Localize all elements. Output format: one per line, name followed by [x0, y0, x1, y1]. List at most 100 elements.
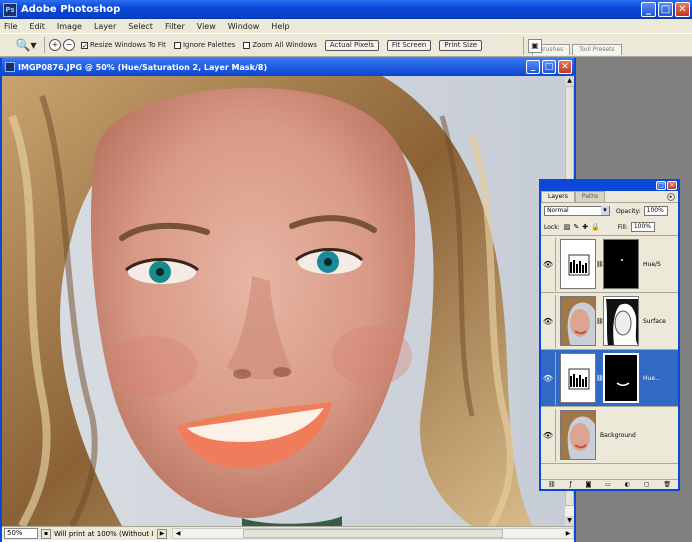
menu-layer[interactable]: Layer — [94, 22, 116, 31]
link-box[interactable] — [555, 408, 558, 462]
layer-name[interactable]: Background — [600, 432, 636, 439]
mask-link-icon[interactable]: ⛓ — [596, 318, 604, 325]
status-menu-arrow-icon[interactable]: ▶ — [157, 528, 167, 539]
minimize-icon[interactable]: _ — [641, 2, 656, 17]
scroll-down-icon[interactable]: ▼ — [565, 516, 574, 526]
layer-row-selected[interactable]: 👁 ⛓ Hue... — [541, 350, 678, 407]
ignore-palettes-option[interactable]: Ignore Palettes — [173, 41, 236, 49]
fit-screen-button[interactable]: Fit Screen — [386, 39, 432, 51]
zoom-out-icon[interactable]: − — [63, 39, 75, 51]
link-box[interactable] — [555, 351, 558, 405]
menu-view[interactable]: View — [197, 22, 216, 31]
doc-minimize-icon[interactable]: _ — [526, 60, 540, 74]
blend-mode-select[interactable]: Normal — [544, 206, 610, 216]
doc-close-icon[interactable]: ✕ — [558, 60, 572, 74]
status-navigator-icon[interactable]: ▪ — [41, 528, 51, 539]
palette-close-icon[interactable]: ✕ — [667, 181, 677, 190]
document-window: IMGP0876.JPG @ 50% (Hue/Saturation 2, La… — [0, 58, 576, 542]
zoom-in-icon[interactable]: + — [49, 39, 61, 51]
layer-name[interactable]: Surface — [643, 318, 666, 325]
visibility-eye-icon[interactable]: 👁 — [541, 260, 555, 269]
lock-image-icon[interactable]: ✎ — [573, 223, 579, 231]
layer-name[interactable]: Hue/S — [643, 261, 661, 268]
scroll-left-icon[interactable]: ◀ — [173, 530, 183, 537]
actual-pixels-button[interactable]: Actual Pixels — [324, 39, 379, 51]
document-status-bar: 50% ▪ Will print at 100% (Without Info) … — [2, 526, 574, 540]
lock-row: Lock: ▨ ✎ ✚ 🔒 Fill: 100% — [541, 219, 678, 235]
horizontal-scroll-thumb[interactable] — [243, 529, 503, 538]
palette-menu-icon[interactable]: ▸ — [667, 193, 675, 201]
layer-name[interactable]: Hue... — [643, 375, 661, 382]
layer-row[interactable]: 👁 ⛓ Hue/S — [541, 236, 678, 293]
document-title: IMGP0876.JPG @ 50% (Hue/Saturation 2, La… — [18, 62, 268, 72]
image-canvas[interactable] — [2, 76, 564, 526]
zoom-all-checkbox[interactable] — [243, 41, 251, 49]
ignore-palettes-checkbox[interactable] — [173, 41, 181, 49]
document-icon — [5, 62, 15, 72]
layer-row[interactable]: 👁 ⛓ Surface — [541, 293, 678, 350]
menu-image[interactable]: Image — [57, 22, 82, 31]
add-mask-icon[interactable]: ◙ — [585, 481, 591, 488]
print-size-button[interactable]: Print Size — [439, 39, 483, 51]
doc-maximize-icon[interactable]: □ — [542, 60, 556, 74]
divider — [44, 37, 45, 53]
menu-file[interactable]: File — [4, 22, 17, 31]
horizontal-scrollbar[interactable]: ◀ ▶ — [172, 528, 574, 539]
zoom-tool-preset-icon[interactable]: 🔍▾ — [12, 36, 40, 54]
options-bar: 🔍▾ + − Resize Windows To Fit Ignore Pale… — [0, 33, 692, 57]
menu-help[interactable]: Help — [271, 22, 289, 31]
mask-link-icon[interactable]: ⛓ — [596, 375, 604, 382]
file-browser-icon[interactable]: ▣ — [528, 39, 542, 53]
scroll-right-icon[interactable]: ▶ — [563, 530, 573, 537]
visibility-eye-icon[interactable]: 👁 — [541, 374, 555, 383]
zoom-level-field[interactable]: 50% — [4, 528, 38, 539]
scroll-up-icon[interactable]: ▲ — [565, 76, 574, 86]
layers-palette-tabs: Layers Paths ▸ — [541, 191, 678, 203]
layer-mask-thumbnail[interactable] — [603, 296, 639, 346]
link-box[interactable] — [555, 294, 558, 348]
menu-edit[interactable]: Edit — [29, 22, 45, 31]
layers-palette-footer: ⛓ ƒ ◙ ▭ ◐ ▢ 🗑 — [541, 479, 678, 489]
menu-window[interactable]: Window — [228, 22, 260, 31]
close-icon[interactable]: ✕ — [675, 2, 690, 17]
palette-minimize-icon[interactable]: □ — [656, 181, 666, 190]
photoshop-app-icon: Ps — [3, 2, 17, 17]
blend-row: Normal Opacity: 100% — [541, 203, 678, 219]
layers-palette-titlebar[interactable]: □ ✕ — [541, 181, 678, 191]
layer-mask-thumbnail[interactable] — [603, 239, 639, 289]
tab-layers[interactable]: Layers — [541, 191, 575, 202]
app-title: Adobe Photoshop — [21, 4, 121, 15]
visibility-eye-icon[interactable]: 👁 — [541, 317, 555, 326]
palette-well-tab-tool-presets[interactable]: Tool Presets — [572, 44, 622, 55]
new-layer-icon[interactable]: ▢ — [644, 481, 650, 488]
mask-link-icon[interactable]: ⛓ — [596, 261, 604, 268]
link-box[interactable] — [555, 237, 558, 291]
new-group-icon[interactable]: ▭ — [605, 481, 611, 488]
resize-windows-checkbox[interactable] — [81, 41, 88, 49]
app-title-bar: Ps Adobe Photoshop _ □ ✕ — [0, 0, 692, 19]
lock-transparency-icon[interactable]: ▨ — [564, 223, 571, 231]
link-layers-icon[interactable]: ⛓ — [548, 481, 556, 488]
new-adjustment-layer-icon[interactable]: ◐ — [625, 481, 630, 488]
zoom-all-label: Zoom All Windows — [252, 41, 317, 49]
image-thumbnail — [560, 296, 596, 346]
menu-select[interactable]: Select — [128, 22, 153, 31]
layer-style-icon[interactable]: ƒ — [569, 481, 571, 488]
fill-field[interactable]: 100% — [630, 222, 655, 232]
resize-windows-option[interactable]: Resize Windows To Fit — [81, 41, 166, 49]
lock-position-icon[interactable]: ✚ — [582, 223, 588, 231]
lock-all-icon[interactable]: 🔒 — [591, 223, 600, 231]
layer-row[interactable]: 👁 Background — [541, 407, 678, 464]
tab-paths[interactable]: Paths — [574, 191, 606, 202]
opacity-field[interactable]: 100% — [643, 206, 668, 216]
menu-filter[interactable]: Filter — [165, 22, 185, 31]
ignore-palettes-label: Ignore Palettes — [182, 41, 236, 49]
layers-palette: □ ✕ Layers Paths ▸ Normal Opacity: 100% … — [539, 179, 680, 491]
visibility-eye-icon[interactable]: 👁 — [541, 431, 555, 440]
document-title-bar: IMGP0876.JPG @ 50% (Hue/Saturation 2, La… — [2, 58, 574, 76]
delete-layer-icon[interactable]: 🗑 — [663, 481, 671, 488]
maximize-icon[interactable]: □ — [658, 2, 673, 17]
zoom-all-option[interactable]: Zoom All Windows — [243, 41, 317, 49]
resize-windows-label: Resize Windows To Fit — [90, 41, 166, 49]
layer-mask-thumbnail[interactable] — [603, 353, 639, 403]
